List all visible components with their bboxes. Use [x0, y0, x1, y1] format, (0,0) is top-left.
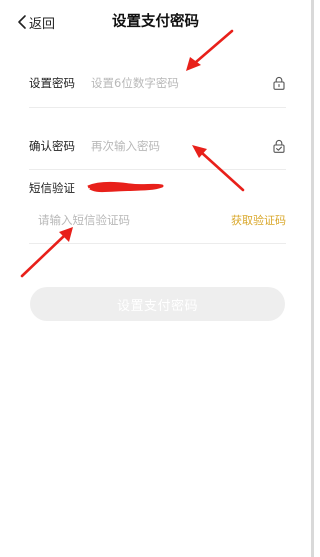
lock-check-icon[interactable]: [272, 138, 286, 154]
redaction-scribble: [87, 181, 164, 193]
get-code-button[interactable]: 获取验证码: [231, 212, 286, 228]
confirm-label: 确认密码: [29, 139, 75, 153]
confirm-row: 确认密码: [29, 134, 286, 158]
annotation-arrow: [20, 227, 73, 278]
password-row: 设置密码: [29, 71, 286, 95]
divider: [29, 243, 286, 244]
lock-icon[interactable]: [272, 75, 286, 91]
sms-code-row: 获取验证码: [38, 208, 286, 232]
nav-bar: 返回 设置支付密码: [0, 0, 311, 44]
password-input[interactable]: [91, 76, 272, 90]
page-title: 设置支付密码: [112, 14, 199, 30]
frame-edge: [311, 0, 314, 557]
sms-code-input[interactable]: [38, 213, 231, 227]
confirm-password-input[interactable]: [91, 139, 272, 153]
password-label: 设置密码: [29, 76, 75, 90]
divider: [29, 169, 286, 170]
submit-button[interactable]: 设置支付密码: [30, 287, 285, 321]
divider: [29, 107, 286, 108]
sms-label: 短信验证: [29, 181, 75, 195]
